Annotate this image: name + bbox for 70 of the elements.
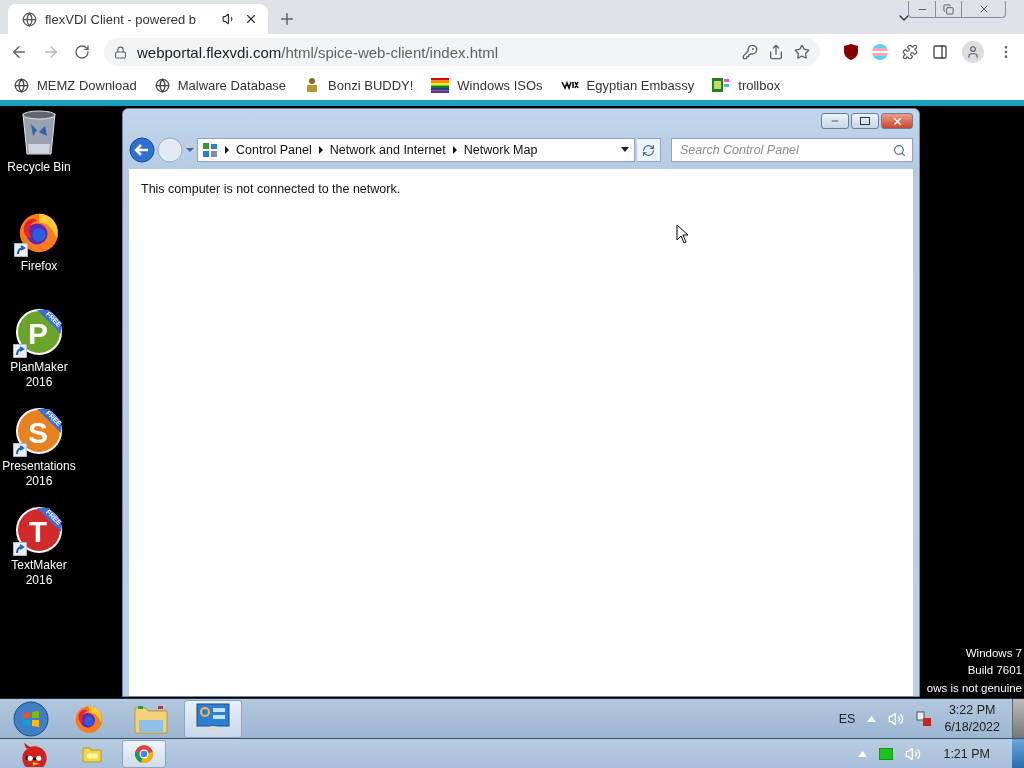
refresh-button[interactable] [637, 138, 661, 162]
rainbow-flag-icon [431, 77, 450, 93]
browser-tab[interactable]: flexVDI Client - powered b [8, 4, 268, 34]
desktop-icon-label[interactable]: PlanMaker 2016 [0, 360, 78, 390]
new-tab-icon[interactable] [278, 10, 296, 28]
extensions-icon[interactable] [902, 44, 918, 60]
close-icon[interactable] [244, 12, 258, 26]
reload-icon[interactable] [74, 44, 90, 60]
watermark-notice-text: ows is not genuine [926, 680, 1022, 696]
pixel-face-icon [712, 77, 731, 93]
maximize-button[interactable] [851, 113, 879, 129]
search-icon [893, 143, 906, 157]
desktop-icon-label[interactable]: TextMaker 2016 [0, 558, 78, 588]
shield-icon[interactable] [844, 44, 858, 60]
bookmark-link[interactable]: trollbox [738, 77, 781, 93]
restore-icon [943, 3, 954, 15]
close-button[interactable] [881, 113, 913, 129]
back-icon[interactable] [10, 43, 28, 61]
watermark-notice-text: Windows 7 [965, 645, 1022, 661]
refresh-icon [642, 143, 655, 157]
lock-icon [114, 45, 127, 59]
show-desktop-button[interactable] [1012, 699, 1024, 738]
mouse-pointer-icon [676, 224, 689, 244]
network-error-icon[interactable] [916, 710, 933, 727]
side-panel-icon[interactable] [932, 44, 948, 60]
breadcrumb-item[interactable]: Network Map [463, 143, 538, 157]
chevron-icon [451, 146, 458, 154]
profile-avatar[interactable] [962, 41, 984, 63]
bookmark-link[interactable]: Malware Database [177, 77, 287, 93]
maximize-icon [860, 117, 870, 125]
bookmark-link[interactable]: MEMZ Download [37, 77, 137, 93]
globe-icon [22, 11, 37, 27]
search-field[interactable]: Search Control Panel [671, 138, 913, 162]
recycle-bin-icon [19, 110, 59, 156]
chevron-icon [317, 146, 324, 154]
chrome-icon[interactable] [134, 743, 154, 764]
folder-icon[interactable] [82, 744, 102, 763]
clock[interactable]: 1:21 PM [943, 746, 990, 761]
globe-icon [154, 77, 170, 93]
status-message: This computer is not connected to the network. [141, 182, 401, 196]
address-bar[interactable]: webportal.flexvdi.com/html/spice-web-client/index.html [104, 38, 820, 66]
chevron-icon [224, 146, 230, 154]
control-panel-icon [202, 142, 218, 158]
bookmark-link[interactable]: Windows ISOs [457, 77, 543, 93]
minimize-button[interactable] [821, 113, 849, 129]
breadcrumb-item[interactable]: Network and Internet [329, 143, 446, 157]
watermark-notice-text: Build 7601 [967, 663, 1022, 678]
key-icon[interactable] [742, 44, 758, 60]
address-field[interactable]: Control Panel Network and Internet Network Map [197, 138, 635, 162]
desktop-icon-label[interactable]: Recycle Bin [0, 160, 78, 175]
bookmark-link[interactable]: Egyptian Embassy [586, 77, 695, 93]
folder-icon[interactable] [134, 703, 168, 734]
globe-icon [14, 77, 29, 93]
desktop-icon-label[interactable]: Firefox [0, 259, 78, 274]
bookmark-link[interactable]: Bonzi BUDDY! [328, 77, 414, 93]
desktop-icon-label[interactable]: Presentations 2016 [0, 459, 78, 489]
language-indicator[interactable]: ES [838, 711, 856, 726]
zigzag-logo-icon [560, 80, 579, 90]
star-icon[interactable] [794, 44, 810, 60]
clock[interactable]: 3:22 PM 6/18/2022 [944, 701, 1000, 736]
tab-title: flexVDI Client - powered b [45, 11, 197, 27]
dropdown-icon[interactable] [620, 147, 630, 153]
control-panel-icon[interactable] [196, 702, 230, 735]
breadcrumb-item[interactable]: Control Panel [236, 143, 312, 157]
share-icon[interactable] [768, 44, 784, 60]
start-orb-icon[interactable] [13, 700, 49, 737]
close-icon [891, 115, 903, 127]
show-desktop-button[interactable] [1012, 739, 1024, 768]
status-icon[interactable] [879, 747, 894, 760]
back-button[interactable] [129, 137, 155, 163]
